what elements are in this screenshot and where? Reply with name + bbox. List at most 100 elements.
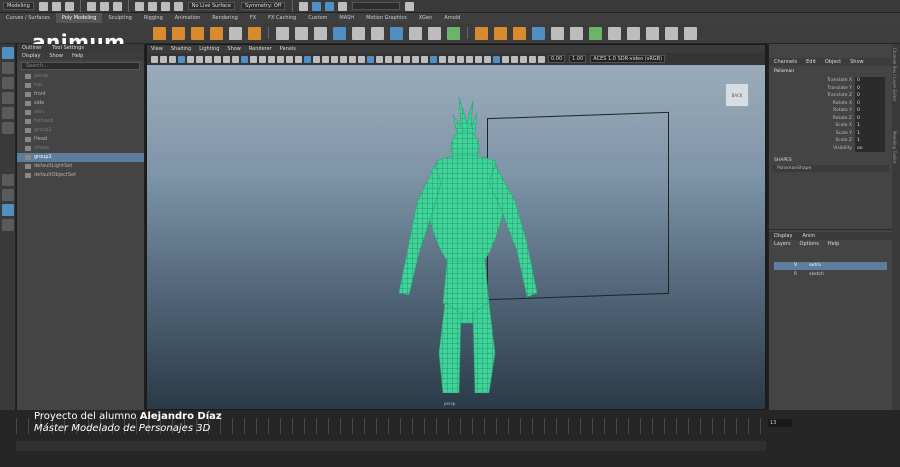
insert-edge-loop-icon[interactable] [475,26,488,40]
channel-label[interactable]: Visibility [769,145,855,153]
viewport-tool-icon[interactable] [484,55,491,63]
shelf-tab[interactable]: MASH [333,13,360,23]
channel-value-field[interactable]: 0 [855,92,885,100]
outliner-search-input[interactable]: Search... [21,62,140,70]
shelf-tab[interactable]: Rigging [138,13,169,23]
bridge-icon[interactable] [409,26,422,40]
sign-in-icon[interactable] [405,1,415,11]
workspace-dropdown[interactable]: Modeling [3,2,34,10]
shelf-tab[interactable]: Animation [169,13,207,23]
search-icon[interactable] [2,219,14,231]
four-view-icon[interactable] [2,189,14,201]
menu-layers[interactable]: Layers [774,240,791,248]
viewport-tool-icon[interactable] [529,55,536,63]
channel-value-field[interactable]: 1 [855,122,885,130]
side-tab-channel-box[interactable]: Channel Box / Layer Editor [892,44,897,101]
render-layer-dropdown[interactable] [352,2,401,10]
viewport-tool-icon[interactable] [466,55,473,63]
shelf-tab[interactable]: Motion Graphics [360,13,413,23]
viewport-value-field[interactable]: 0.00 [548,55,566,63]
viewport-tool-icon[interactable] [295,55,302,63]
channel-value-field[interactable]: 0 [855,77,885,85]
tab-display[interactable]: Display [774,232,792,240]
viewport-tool-icon[interactable] [475,55,482,63]
channel-label[interactable]: Translate X [769,77,855,85]
channel-value-field[interactable]: 1 [855,129,885,137]
menu-object[interactable]: Object [825,58,841,66]
channel-label[interactable]: Rotate X [769,100,855,108]
single-view-icon[interactable] [2,174,14,186]
harden-edge-icon[interactable] [665,26,678,40]
new-scene-icon[interactable] [38,1,48,11]
viewport-tool-icon[interactable] [448,55,455,63]
colorspace-dropdown[interactable]: ACES 1.0 SDR-video (sRGB) [590,55,666,63]
extrude-icon[interactable] [371,26,384,40]
target-weld-icon[interactable] [494,26,507,40]
lasso-tool-icon[interactable] [2,62,14,74]
viewport-tool-icon[interactable] [268,55,275,63]
channel-label[interactable]: Scale Z [769,137,855,145]
fill-hole-icon[interactable] [428,26,441,40]
viewport-tool-icon[interactable] [160,55,167,63]
shelf-tab-active[interactable]: Poly Modeling [55,13,103,23]
viewport-tool-icon[interactable] [358,55,365,63]
viewport-tool-icon[interactable] [322,55,329,63]
menu-help[interactable]: Help [72,52,83,60]
render-icon[interactable] [312,1,322,11]
viewport-tool-icon[interactable] [313,55,320,63]
viewport-tool-icon[interactable] [502,55,509,63]
shelf-tab[interactable]: Curves / Surfaces [0,13,56,23]
menu-lighting[interactable]: Lighting [199,45,219,53]
viewport-tool-icon[interactable] [493,55,500,63]
snap-point-icon[interactable] [160,1,170,11]
viewport-tool-icon[interactable] [511,55,518,63]
outliner-item[interactable]: shape [17,144,144,153]
outliner-layout-icon[interactable] [2,204,14,216]
viewport-tool-icon[interactable] [304,55,311,63]
merge-icon[interactable] [513,26,526,40]
tab-anim[interactable]: Anim [802,232,815,240]
outliner-item[interactable]: Head [17,135,144,144]
poly-cube-icon[interactable] [172,26,185,40]
shelf-tab[interactable]: Rendering [206,13,244,23]
slide-edge-icon[interactable] [570,26,583,40]
viewport-tool-icon[interactable] [169,55,176,63]
snap-curve-icon[interactable] [147,1,157,11]
menu-renderer[interactable]: Renderer [249,45,272,53]
menu-show[interactable]: Show [227,45,241,53]
snap-view-icon[interactable] [173,1,183,11]
shelf-tab[interactable]: Sculpting [102,13,137,23]
shelf-tab[interactable]: Custom [302,13,333,23]
ipr-render-icon[interactable] [325,1,335,11]
uv-editor-icon[interactable] [532,26,545,40]
automatic-mapping-icon[interactable] [627,26,640,40]
viewport-tool-icon[interactable] [430,55,437,63]
menu-show[interactable]: Show [49,52,63,60]
snap-grid-icon[interactable] [134,1,144,11]
channel-label[interactable]: Translate Y [769,85,855,93]
svg-icon[interactable] [248,26,261,40]
channel-value-field[interactable]: 0 [855,84,885,92]
channel-label[interactable]: Rotate Z [769,115,855,123]
separate-icon[interactable] [295,26,308,40]
viewport-tool-icon[interactable] [439,55,446,63]
viewport-tool-icon[interactable] [178,55,185,63]
viewport-tool-icon[interactable] [286,55,293,63]
save-scene-icon[interactable] [64,1,74,11]
menu-display[interactable]: Display [22,52,40,60]
menu-shading[interactable]: Shading [171,45,191,53]
layer-visibility-toggle[interactable]: R [794,271,797,279]
shelf-tab[interactable]: FX Caching [262,13,302,23]
viewport-tool-icon[interactable] [403,55,410,63]
channel-value-field[interactable]: 1 [855,137,885,145]
outliner-item[interactable]: top [17,81,144,90]
channel-label[interactable]: Rotate Y [769,107,855,115]
viewport-tool-icon[interactable] [349,55,356,63]
select-object-icon[interactable] [99,1,109,11]
poly-plane-icon[interactable] [210,26,223,40]
viewport-tool-icon[interactable] [205,55,212,63]
soften-edge-icon[interactable] [646,26,659,40]
viewport-tool-icon[interactable] [214,55,221,63]
render-settings-icon[interactable] [338,1,348,11]
layer-row[interactable]: Rsketch [774,271,887,279]
